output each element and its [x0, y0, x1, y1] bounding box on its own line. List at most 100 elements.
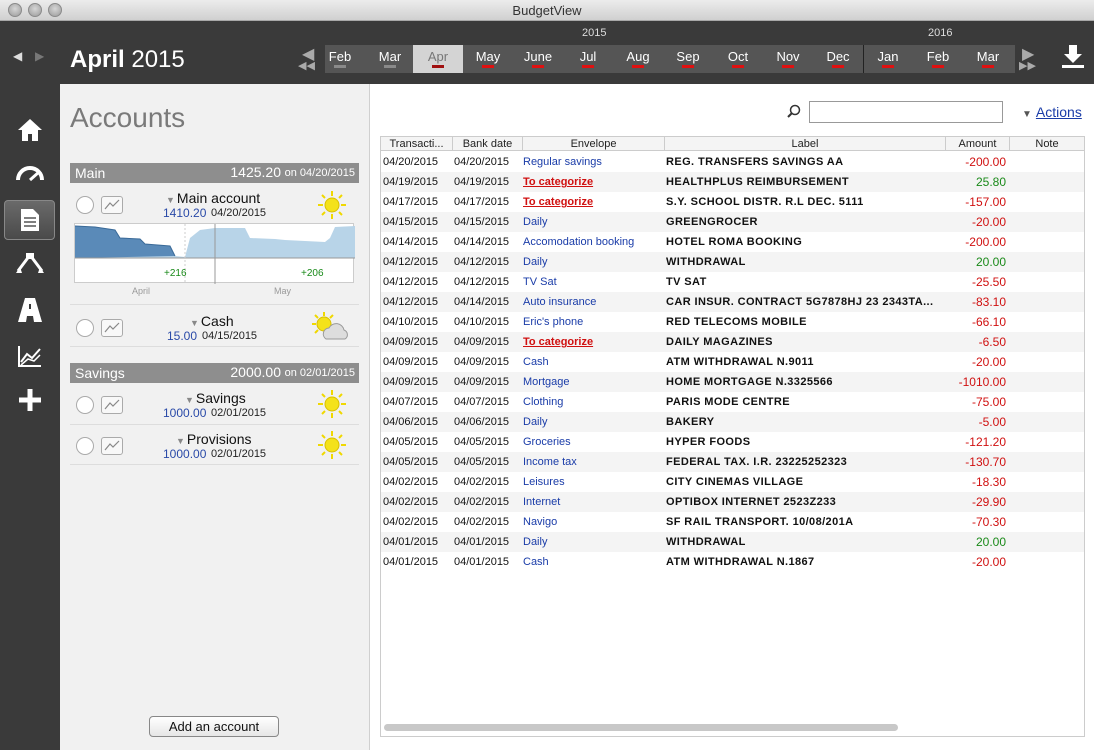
table-row[interactable]: 04/19/2015 04/19/2015 To categorize HEALTHP…: [381, 172, 1084, 192]
table-row[interactable]: 04/01/2015 04/01/2015 Daily WITHDRAWAL 20.00: [381, 532, 1084, 552]
actions-menu[interactable]: ▼ Actions: [1022, 104, 1082, 120]
table-row[interactable]: 04/02/2015 04/02/2015 Leisures CITY CINEMAS…: [381, 472, 1084, 492]
envelope-link[interactable]: To categorize: [523, 336, 663, 348]
split-icon[interactable]: [4, 244, 55, 284]
table-row[interactable]: 04/02/2015 04/02/2015 Navigo SF RAIL TRANSP…: [381, 512, 1084, 532]
table-row[interactable]: 04/12/2015 04/12/2015 TV Sat TV SAT -25.50: [381, 272, 1084, 292]
account-select-radio[interactable]: [76, 196, 94, 214]
account-select-radio[interactable]: [76, 437, 94, 455]
table-row[interactable]: 04/02/2015 04/02/2015 Internet OPTIBOX INTE…: [381, 492, 1084, 512]
table-row[interactable]: 04/12/2015 04/12/2015 Daily WITHDRAWAL 20.00: [381, 252, 1084, 272]
envelope-link[interactable]: Daily: [523, 216, 663, 228]
column-header-amount[interactable]: Amount: [946, 137, 1010, 151]
envelope-link[interactable]: Income tax: [523, 456, 663, 468]
envelope-link[interactable]: TV Sat: [523, 276, 663, 288]
envelope-link[interactable]: Regular savings: [523, 156, 663, 168]
timeline-month[interactable]: Oct: [713, 45, 763, 73]
savings-group-header[interactable]: Savings 2000.00 on 02/01/2015: [70, 363, 359, 383]
table-row[interactable]: 04/09/2015 04/09/2015 Mortgage HOME MORTGAG…: [381, 372, 1084, 392]
timeline-month-selected[interactable]: Apr: [413, 45, 463, 73]
document-icon[interactable]: [4, 200, 55, 240]
previous-month-arrow-icon[interactable]: ◀: [13, 49, 22, 63]
envelope-link[interactable]: Daily: [523, 256, 663, 268]
timeline-month[interactable]: Sep: [663, 45, 713, 73]
envelope-link[interactable]: Internet: [523, 496, 663, 508]
table-row[interactable]: 04/17/2015 04/17/2015 To categorize S.Y. SC…: [381, 192, 1084, 212]
account-name[interactable]: ▼ Savings: [185, 390, 246, 406]
column-header-note[interactable]: Note: [1010, 137, 1084, 151]
timeline-forward-icon[interactable]: ▶▶: [1019, 59, 1036, 72]
table-row[interactable]: 04/09/2015 04/09/2015 Cash ATM WITHDRAWAL N…: [381, 352, 1084, 372]
envelope-link[interactable]: To categorize: [523, 176, 663, 188]
search-icon: [787, 104, 801, 123]
envelope-link[interactable]: To categorize: [523, 196, 663, 208]
search-input[interactable]: [809, 101, 1003, 123]
envelope-link[interactable]: Navigo: [523, 516, 663, 528]
table-row[interactable]: 04/06/2015 04/06/2015 Daily BAKERY -5.00: [381, 412, 1084, 432]
bank-date-cell: 04/01/2015: [454, 536, 510, 548]
expand-triangle-icon[interactable]: ▼: [166, 195, 175, 205]
envelope-link[interactable]: Clothing: [523, 396, 663, 408]
column-header-transaction-date[interactable]: Transacti...: [381, 137, 453, 151]
table-row[interactable]: 04/14/2015 04/14/2015 Accomodation booking…: [381, 232, 1084, 252]
account-select-radio[interactable]: [76, 319, 94, 337]
table-row[interactable]: 04/09/2015 04/09/2015 To categorize DAILY M…: [381, 332, 1084, 352]
add-account-button[interactable]: Add an account: [149, 716, 279, 737]
account-graph-button[interactable]: [101, 196, 123, 214]
table-row[interactable]: 04/07/2015 04/07/2015 Clothing PARIS MODE C…: [381, 392, 1084, 412]
bank-date-cell: 04/17/2015: [454, 196, 510, 208]
main-group-header[interactable]: Main 1425.20 on 04/20/2015: [70, 163, 359, 183]
timeline-month[interactable]: June: [513, 45, 563, 73]
column-header-label[interactable]: Label: [665, 137, 946, 151]
column-header-envelope[interactable]: Envelope: [523, 137, 665, 151]
table-row[interactable]: 04/05/2015 04/05/2015 Groceries HYPER FOODS…: [381, 432, 1084, 452]
home-icon[interactable]: [4, 110, 55, 150]
account-name[interactable]: ▼ Main account: [166, 190, 260, 206]
table-row[interactable]: 04/15/2015 04/15/2015 Daily GREENGROCER -20.…: [381, 212, 1084, 232]
road-icon[interactable]: [4, 290, 55, 330]
account-graph-button[interactable]: [101, 319, 123, 337]
envelope-link[interactable]: Leisures: [523, 476, 663, 488]
timeline-month[interactable]: Aug: [613, 45, 663, 73]
table-row[interactable]: 04/12/2015 04/14/2015 Auto insurance CAR IN…: [381, 292, 1084, 312]
chart-icon[interactable]: [4, 336, 55, 376]
timeline-month[interactable]: Feb: [913, 45, 963, 73]
timeline-month[interactable]: Jan: [863, 45, 913, 73]
timeline-month[interactable]: Mar: [365, 45, 415, 73]
account-graph-button[interactable]: [101, 396, 123, 414]
timeline-month[interactable]: Dec: [813, 45, 863, 73]
account-name[interactable]: ▼ Cash: [190, 313, 234, 329]
account-select-radio[interactable]: [76, 396, 94, 414]
expand-triangle-icon[interactable]: ▼: [176, 436, 185, 446]
table-row[interactable]: 04/05/2015 04/05/2015 Income tax FEDERAL TA…: [381, 452, 1084, 472]
table-row[interactable]: 04/20/2015 04/20/2015 Regular savings REG. …: [381, 152, 1084, 172]
timeline-month-bar: [532, 65, 544, 68]
timeline-month[interactable]: Mar: [963, 45, 1013, 73]
timeline-month[interactable]: Nov: [763, 45, 813, 73]
account-name[interactable]: ▼ Provisions: [176, 431, 252, 447]
envelope-link[interactable]: Eric's phone: [523, 316, 663, 328]
envelope-link[interactable]: Auto insurance: [523, 296, 663, 308]
envelope-link[interactable]: Daily: [523, 536, 663, 548]
timeline-month[interactable]: May: [463, 45, 513, 73]
next-month-arrow-icon[interactable]: ▶: [35, 49, 44, 63]
timeline-rewind-icon[interactable]: ◀◀: [298, 59, 315, 72]
envelope-link[interactable]: Groceries: [523, 436, 663, 448]
envelope-link[interactable]: Daily: [523, 416, 663, 428]
column-header-bank-date[interactable]: Bank date: [453, 137, 523, 151]
envelope-link[interactable]: Accomodation booking: [523, 236, 663, 248]
download-icon[interactable]: [1060, 43, 1086, 69]
plus-icon[interactable]: [4, 380, 55, 420]
envelope-link[interactable]: Mortgage: [523, 376, 663, 388]
dashboard-icon[interactable]: [4, 154, 55, 194]
timeline-month[interactable]: Feb: [315, 45, 365, 73]
timeline-month[interactable]: Jul: [563, 45, 613, 73]
table-row[interactable]: 04/01/2015 04/01/2015 Cash ATM WITHDRAWAL N…: [381, 552, 1084, 572]
envelope-link[interactable]: Cash: [523, 556, 663, 568]
account-graph-button[interactable]: [101, 437, 123, 455]
expand-triangle-icon[interactable]: ▼: [185, 395, 194, 405]
envelope-link[interactable]: Cash: [523, 356, 663, 368]
horizontal-scrollbar[interactable]: [384, 724, 898, 731]
table-row[interactable]: 04/10/2015 04/10/2015 Eric's phone RED TELE…: [381, 312, 1084, 332]
expand-triangle-icon[interactable]: ▼: [190, 318, 199, 328]
